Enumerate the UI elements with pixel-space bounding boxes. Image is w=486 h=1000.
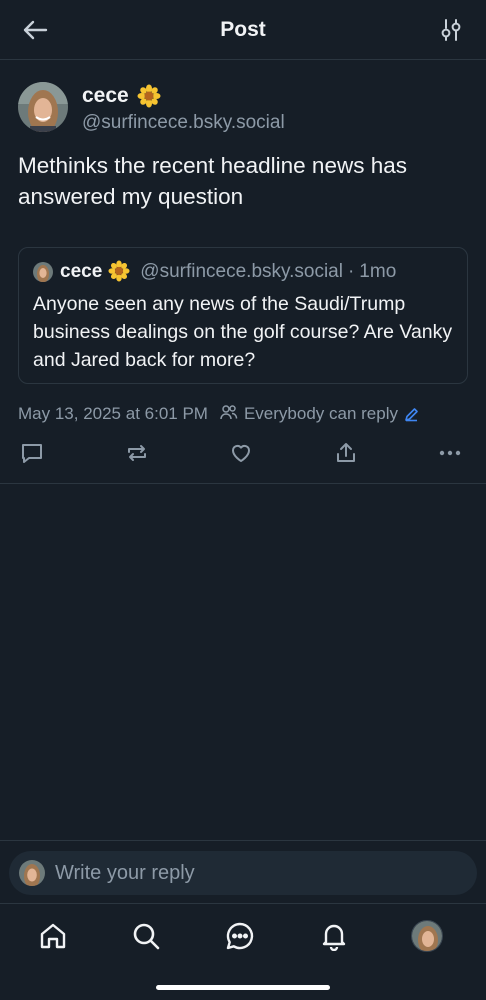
- avatar: [19, 860, 45, 886]
- divider: [0, 483, 486, 484]
- bell-icon[interactable]: [317, 919, 351, 953]
- reply-setting[interactable]: Everybody can reply: [220, 404, 398, 425]
- heart-icon[interactable]: [226, 438, 256, 468]
- post-meta-row: May 13, 2025 at 6:01 PM Everybody can re…: [18, 403, 419, 425]
- repost-icon[interactable]: [122, 438, 152, 468]
- home-icon[interactable]: [36, 919, 70, 953]
- avatar: [411, 920, 443, 952]
- comment-icon[interactable]: [17, 438, 47, 468]
- avatar[interactable]: [18, 82, 68, 132]
- quoted-post-time: 1mo: [359, 261, 397, 282]
- more-icon[interactable]: [435, 438, 465, 468]
- search-icon[interactable]: [129, 919, 163, 953]
- pencil-icon[interactable]: [404, 407, 419, 422]
- quoted-post[interactable]: cece @surfincece.bsky.social · 1mo Anyon…: [18, 247, 468, 384]
- reply-input[interactable]: [55, 861, 445, 885]
- post-timestamp: May 13, 2025 at 6:01 PM: [18, 404, 208, 423]
- quoted-author-handle: @surfincece.bsky.social: [140, 261, 343, 282]
- quoted-post-text: Anyone seen any news of the Saudi/Trump …: [33, 293, 453, 371]
- bottom-tab-bar: [0, 905, 486, 1000]
- back-arrow-icon[interactable]: [20, 16, 50, 44]
- separator-dot: ·: [347, 261, 355, 282]
- page-title: Post: [220, 17, 266, 41]
- post-author-handle[interactable]: @surfincece.bsky.social: [82, 112, 285, 134]
- flower-emoji-icon: [108, 260, 132, 284]
- filter-icon[interactable]: [438, 16, 464, 44]
- top-header: Post: [0, 0, 486, 60]
- people-icon: [220, 404, 238, 425]
- reply-composer-bar: [0, 840, 486, 904]
- profile-tab[interactable]: [410, 919, 444, 953]
- post-author-name[interactable]: cece: [82, 84, 161, 108]
- post-text: Methinks the recent headline news has an…: [18, 153, 407, 209]
- quoted-author-name: cece: [60, 261, 103, 282]
- reply-setting-label: Everybody can reply: [243, 404, 398, 423]
- avatar: [33, 262, 53, 282]
- flower-emoji-icon: [137, 84, 161, 108]
- post-actions: [0, 438, 486, 468]
- quoted-post-header: cece @surfincece.bsky.social · 1mo: [33, 260, 396, 284]
- home-indicator: [156, 985, 330, 990]
- share-icon[interactable]: [331, 438, 361, 468]
- reply-box[interactable]: [9, 851, 477, 895]
- chat-icon[interactable]: [223, 919, 257, 953]
- author-name-text: cece: [82, 84, 129, 107]
- post-author-row[interactable]: cece @surfincece.bsky.social: [18, 82, 468, 134]
